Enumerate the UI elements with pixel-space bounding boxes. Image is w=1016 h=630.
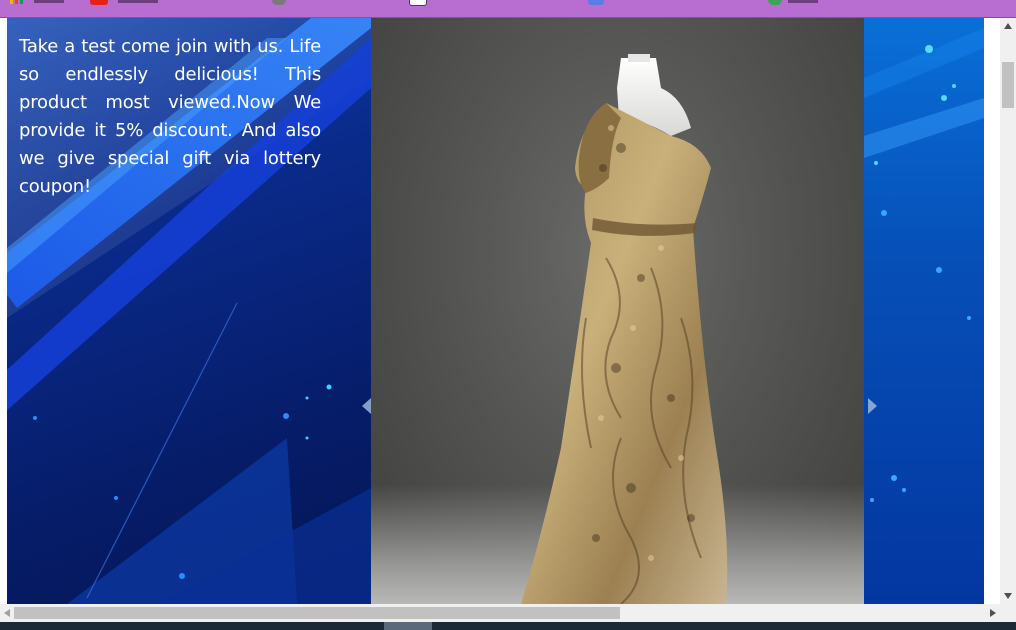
- side-banner-decoration: [864, 28, 984, 502]
- promo-banner: Take a test come join with us. Life so e…: [7, 18, 371, 604]
- product-photo[interactable]: [371, 18, 864, 604]
- arrow-down-icon: [1004, 593, 1012, 599]
- promo-text: Take a test come join with us. Life so e…: [19, 36, 321, 197]
- bookmark-favicon-icon[interactable]: [272, 0, 286, 5]
- vertical-scroll-thumb[interactable]: [1002, 62, 1014, 108]
- scroll-down-button[interactable]: [1000, 588, 1016, 604]
- arrow-left-icon: [4, 609, 10, 617]
- bookmarks-bar: [0, 0, 1016, 18]
- bookmark-favicon-icon[interactable]: [768, 0, 782, 5]
- horizontal-scroll-thumb[interactable]: [14, 607, 620, 619]
- chevron-right-icon: [868, 398, 877, 414]
- arrow-right-icon: [990, 609, 996, 617]
- scroll-left-button[interactable]: [0, 604, 14, 622]
- youtube-icon[interactable]: [90, 0, 108, 5]
- bookmark-label[interactable]: [118, 0, 158, 3]
- scroll-right-button[interactable]: [986, 604, 1000, 622]
- bookmark-favicon-icon[interactable]: [588, 0, 604, 5]
- gown-image: [521, 54, 728, 604]
- taskbar: [0, 622, 1016, 630]
- scroll-up-button[interactable]: [1000, 18, 1016, 34]
- chevron-left-icon: [362, 398, 371, 414]
- scrollbar-corner: [1000, 604, 1016, 622]
- bookmark-label[interactable]: [34, 0, 64, 3]
- apps-icon[interactable]: [10, 0, 26, 5]
- bookmark-favicon-icon[interactable]: [409, 0, 427, 6]
- vertical-scrollbar[interactable]: [1000, 18, 1016, 604]
- product-slider: Take a test come join with us. Life so e…: [7, 18, 984, 604]
- arrow-up-icon: [1004, 23, 1012, 29]
- bookmark-label[interactable]: [788, 0, 818, 3]
- horizontal-scrollbar[interactable]: [0, 604, 1000, 622]
- page-viewport: Take a test come join with us. Life so e…: [0, 18, 1000, 604]
- side-banner: [864, 18, 984, 604]
- slider-prev-button[interactable]: [359, 396, 373, 416]
- taskbar-item[interactable]: [384, 622, 432, 630]
- slider-next-button[interactable]: [866, 396, 880, 416]
